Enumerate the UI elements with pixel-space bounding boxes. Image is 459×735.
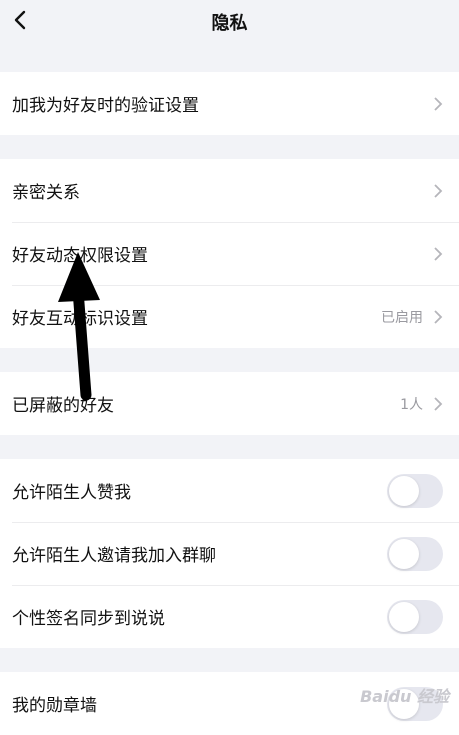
row-label: 个性签名同步到说说 xyxy=(12,609,165,629)
row-stranger-group-invite: 允许陌生人邀请我加入群聊 xyxy=(0,522,459,585)
row-label: 允许陌生人邀请我加入群聊 xyxy=(12,546,216,566)
row-friend-feed-permissions[interactable]: 好友动态权限设置 xyxy=(0,222,459,285)
watermark: Baidu 经验 xyxy=(360,687,449,706)
row-blocked-friends[interactable]: 已屏蔽的好友 1人 xyxy=(0,372,459,435)
settings-group-verification: 加我为好友时的验证设置 xyxy=(0,72,459,135)
chevron-right-icon xyxy=(434,246,443,261)
settings-group-blocked: 已屏蔽的好友 1人 xyxy=(0,372,459,435)
row-intimate-relationship[interactable]: 亲密关系 xyxy=(0,159,459,222)
count-value: 1人 xyxy=(400,396,423,413)
row-friend-interaction-badge[interactable]: 好友互动标识设置 已启用 xyxy=(0,285,459,348)
toggle-knob xyxy=(389,601,419,632)
row-verification-settings[interactable]: 加我为好友时的验证设置 xyxy=(0,72,459,135)
toggle-knob xyxy=(389,538,419,569)
row-label: 好友互动标识设置 xyxy=(12,309,148,329)
chevron-right-icon xyxy=(434,96,443,111)
settings-group-friends: 亲密关系 好友动态权限设置 好友互动标识设置 已启用 xyxy=(0,159,459,348)
chevron-right-icon xyxy=(434,183,443,198)
stranger-group-invite-toggle[interactable] xyxy=(387,536,443,571)
stranger-like-toggle[interactable] xyxy=(387,473,443,508)
chevron-right-icon xyxy=(434,309,443,324)
signature-sync-toggle[interactable] xyxy=(387,599,443,634)
row-label: 好友动态权限设置 xyxy=(12,246,148,266)
row-signature-sync: 个性签名同步到说说 xyxy=(0,585,459,648)
nav-bar: 隐私 xyxy=(0,0,459,50)
row-stranger-like: 允许陌生人赞我 xyxy=(0,459,459,522)
row-label: 加我为好友时的验证设置 xyxy=(12,96,199,116)
row-label: 我的勋章墙 xyxy=(12,696,97,716)
row-label: 亲密关系 xyxy=(12,183,80,203)
toggle-knob xyxy=(389,475,419,506)
settings-group-strangers: 允许陌生人赞我 允许陌生人邀请我加入群聊 个性签名同步到说说 xyxy=(0,459,459,648)
page-title: 隐私 xyxy=(211,13,248,34)
row-label: 已屏蔽的好友 xyxy=(12,396,114,416)
row-label: 允许陌生人赞我 xyxy=(12,483,131,503)
status-value: 已启用 xyxy=(381,309,423,326)
chevron-right-icon xyxy=(434,396,443,411)
